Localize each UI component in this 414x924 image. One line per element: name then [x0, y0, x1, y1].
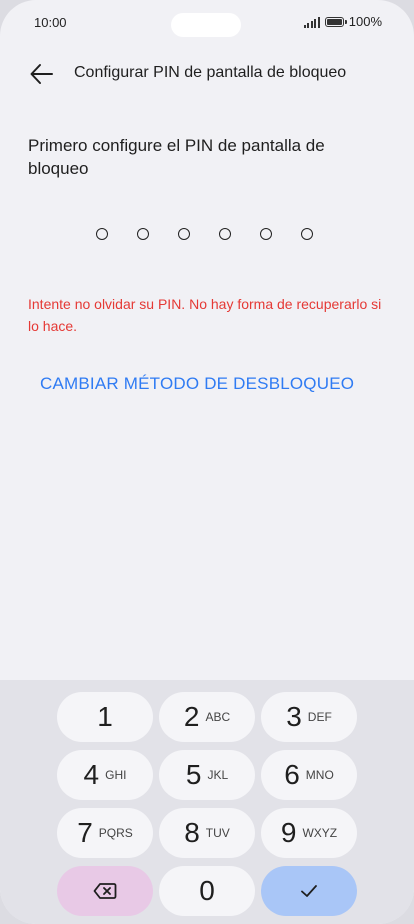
pin-dot [301, 228, 313, 240]
pin-instruction: Primero configure el PIN de pantalla de … [28, 136, 325, 178]
camera-pill [171, 13, 241, 37]
key-number: 7 [77, 817, 93, 848]
key-letters: DEF [307, 710, 332, 724]
phone-screen: 10:00 100% Configurar PIN de pantalla de… [0, 0, 414, 924]
key-5[interactable]: 5 JKL [159, 750, 255, 800]
key-1[interactable]: 1 [57, 692, 153, 742]
change-unlock-method-link[interactable]: CAMBIAR MÉTODO DE DESBLOQUEO [40, 374, 354, 394]
status-icons: 100% [303, 14, 382, 29]
key-number: 0 [199, 875, 215, 906]
key-letters: GHI [105, 768, 127, 782]
pin-dot [178, 228, 190, 240]
pin-dot [96, 228, 108, 240]
key-number: 9 [280, 817, 297, 848]
app-bar: Configurar PIN de pantalla de bloqueo [0, 54, 414, 94]
checkmark-icon [301, 885, 317, 897]
key-letters: ABC [205, 710, 231, 724]
delete-button[interactable] [57, 866, 153, 916]
key-letters: TUV [205, 826, 230, 840]
pin-dot [219, 228, 231, 240]
key-8[interactable]: 8 TUV [159, 808, 255, 858]
pin-dots [96, 228, 313, 240]
status-time: 10:00 [34, 15, 67, 30]
key-0[interactable]: 0 [159, 866, 255, 916]
key-number: 8 [184, 817, 200, 848]
key-number: 6 [284, 759, 300, 790]
pin-dot [137, 228, 149, 240]
key-7[interactable]: 7 PQRS [57, 808, 153, 858]
signal-icon [303, 16, 320, 28]
key-number: 1 [97, 701, 113, 732]
battery-percent: 100% [348, 14, 382, 29]
battery-icon [324, 16, 347, 27]
key-letters: MNO [305, 768, 334, 782]
key-letters: JKL [207, 768, 229, 782]
key-2[interactable]: 2 ABC [159, 692, 255, 742]
page-title: Configurar PIN de pantalla de bloqueo [74, 64, 347, 81]
key-number: 5 [185, 759, 202, 790]
pin-warning: Intente no olvidar su PIN. No hay forma … [28, 296, 382, 334]
key-number: 2 [183, 701, 200, 732]
key-4[interactable]: 4 GHI [57, 750, 153, 800]
key-9[interactable]: 9 WXYZ [261, 808, 357, 858]
pin-dot [260, 228, 272, 240]
key-letters: WXYZ [302, 826, 338, 840]
backspace-icon [93, 883, 117, 899]
status-bar: 10:00 100% [0, 0, 414, 46]
back-arrow-icon[interactable] [28, 60, 56, 88]
confirm-button[interactable] [261, 866, 357, 916]
numeric-keypad: 1 2 ABC 3 DEF 4 GHI 5 JKL 6 MNO 7 PQRS 8 [0, 680, 414, 924]
key-6[interactable]: 6 MNO [261, 750, 357, 800]
key-letters: PQRS [98, 826, 133, 840]
key-3[interactable]: 3 DEF [261, 692, 357, 742]
key-number: 3 [286, 701, 302, 732]
key-number: 4 [83, 759, 100, 790]
